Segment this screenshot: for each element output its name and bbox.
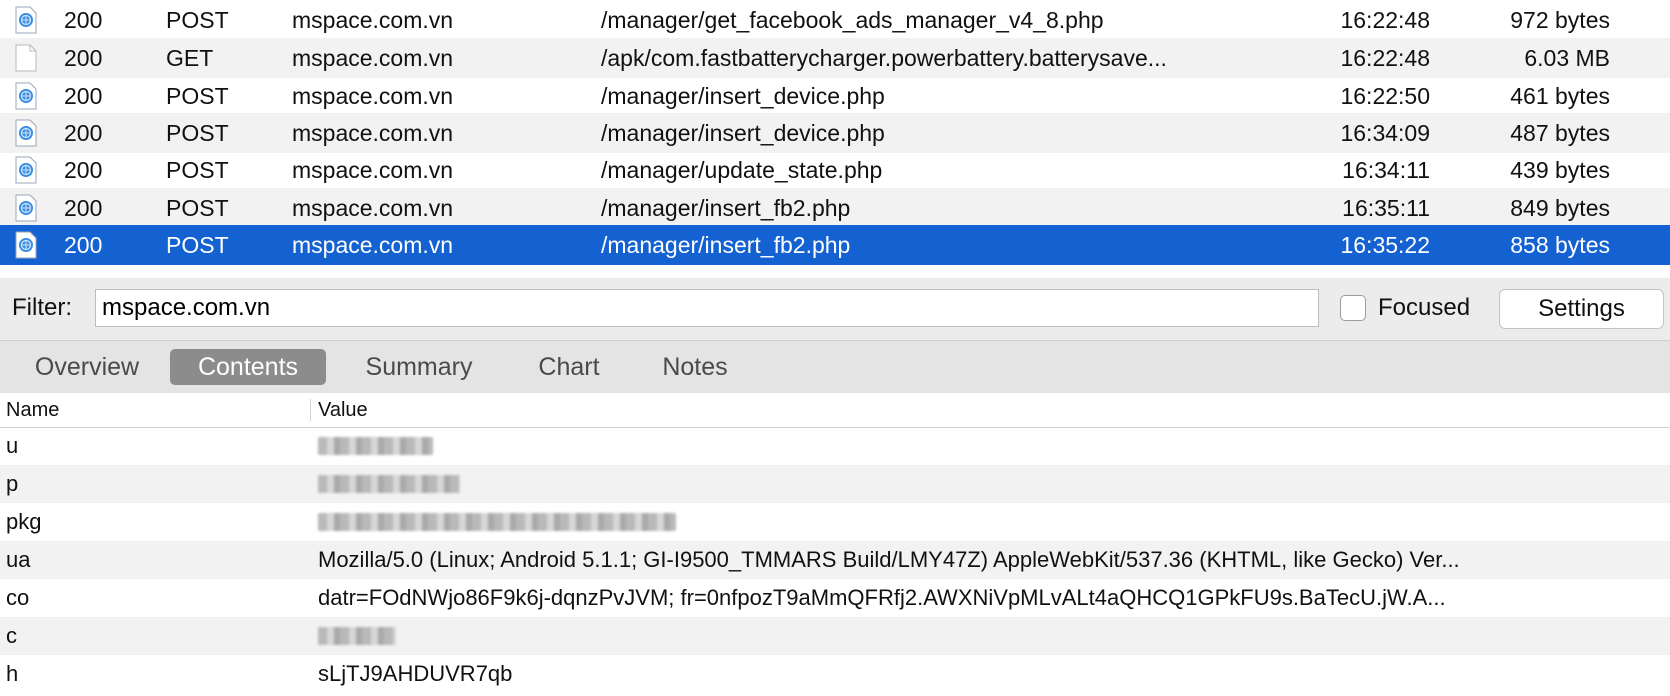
param-value: sLjTJ9AHDUVR7qb	[318, 661, 513, 686]
param-name: pkg	[6, 509, 42, 534]
request-row[interactable]: 200 POST mspace.com.vn/manager/insert_devi…	[0, 113, 1670, 153]
focused-checkbox[interactable]	[1340, 295, 1366, 321]
param-name: u	[6, 433, 19, 458]
column-header-name[interactable]: Name	[6, 393, 59, 427]
filter-bar: Filter: Focused Settings	[0, 278, 1670, 341]
redacted-value	[318, 627, 396, 645]
param-name: h	[6, 661, 19, 686]
filter-input[interactable]	[95, 289, 1319, 327]
param-row[interactable]: pkg	[0, 503, 1670, 541]
request-method: POST	[166, 195, 229, 221]
request-size: 849 bytes	[1510, 195, 1610, 221]
globe-doc-icon	[14, 119, 38, 147]
request-time: 16:35:22	[1340, 232, 1430, 258]
param-row[interactable]: u	[0, 427, 1670, 465]
request-status: 200	[64, 7, 103, 33]
contents-header: Name Value	[0, 393, 1670, 428]
request-host: mspace.com.vn	[292, 120, 454, 146]
param-name: co	[6, 585, 30, 610]
globe-doc-icon	[14, 231, 38, 259]
tab-notes[interactable]: Notes	[637, 349, 753, 385]
request-path: /manager/update_state.php	[601, 157, 883, 183]
request-host: mspace.com.vn	[292, 195, 454, 221]
request-path: /apk/com.fastbatterycharger.powerbattery…	[601, 45, 1167, 71]
request-method: POST	[166, 232, 229, 258]
tab-summary[interactable]: Summary	[345, 349, 493, 385]
request-time: 16:22:50	[1340, 83, 1430, 109]
request-host: mspace.com.vn	[292, 83, 454, 109]
request-size: 858 bytes	[1510, 232, 1610, 258]
request-path: /manager/insert_device.php	[601, 120, 885, 146]
param-row[interactable]: co datr=FOdNWjo86F9k6j-dqnzPvJVM; fr=0nfp…	[0, 579, 1670, 617]
focused-label[interactable]: Focused	[1378, 294, 1470, 322]
request-status: 200	[64, 45, 103, 71]
request-method: POST	[166, 7, 229, 33]
tab-chart[interactable]: Chart	[510, 349, 628, 385]
request-method: GET	[166, 45, 214, 71]
proxy-app-window: 200 POST mspace.com.vn/manager/get_faceboo…	[0, 0, 1670, 696]
request-method: POST	[166, 157, 229, 183]
redacted-value	[318, 437, 433, 455]
request-path: /manager/insert_fb2.php	[601, 195, 851, 221]
request-row[interactable]: 200 GET mspace.com.vn/apk/com.fastbatteryc…	[0, 38, 1670, 78]
param-row[interactable]: p	[0, 465, 1670, 503]
request-path: /manager/insert_device.php	[601, 83, 885, 109]
request-time: 16:35:11	[1342, 195, 1430, 221]
request-time: 16:22:48	[1340, 7, 1430, 33]
request-time: 16:34:11	[1342, 157, 1430, 183]
tab-contents[interactable]: Contents	[170, 349, 326, 385]
request-host: mspace.com.vn	[292, 45, 454, 71]
request-status: 200	[64, 157, 103, 183]
request-status: 200	[64, 83, 103, 109]
settings-button[interactable]: Settings	[1499, 289, 1664, 329]
request-row[interactable]: 200 POST mspace.com.vn/manager/update_stat…	[0, 150, 1670, 190]
request-size: 487 bytes	[1510, 120, 1610, 146]
param-name: c	[6, 623, 17, 648]
request-path: /manager/insert_fb2.php	[601, 232, 851, 258]
request-row[interactable]: 200 POST mspace.com.vn/manager/insert_devi…	[0, 76, 1670, 116]
request-host: mspace.com.vn	[292, 7, 454, 33]
request-status: 200	[64, 195, 103, 221]
request-size: 6.03 MB	[1524, 45, 1610, 71]
column-header-value[interactable]: Value	[318, 393, 368, 427]
param-value: datr=FOdNWjo86F9k6j-dqnzPvJVM; fr=0nfpoz…	[318, 585, 1446, 610]
tab-overview[interactable]: Overview	[20, 349, 154, 385]
column-divider[interactable]	[310, 399, 311, 421]
request-host: mspace.com.vn	[292, 232, 454, 258]
request-time: 16:34:09	[1340, 120, 1430, 146]
request-method: POST	[166, 83, 229, 109]
globe-doc-icon	[14, 156, 38, 184]
request-method: POST	[166, 120, 229, 146]
param-value: Mozilla/5.0 (Linux; Android 5.1.1; GI-I9…	[318, 547, 1460, 572]
request-size: 461 bytes	[1510, 83, 1610, 109]
request-row[interactable]: 200 POST mspace.com.vn/manager/insert_fb2.…	[0, 188, 1670, 228]
request-table: 200 POST mspace.com.vn/manager/get_faceboo…	[0, 0, 1670, 278]
request-status: 200	[64, 120, 103, 146]
globe-doc-icon	[14, 6, 38, 34]
detail-tab-bar: Overview Contents Summary Chart Notes	[0, 341, 1670, 393]
request-size: 972 bytes	[1510, 7, 1610, 33]
request-row[interactable]: 200 POST mspace.com.vn/manager/insert_fb2.…	[0, 225, 1670, 265]
request-time: 16:22:48	[1340, 45, 1430, 71]
request-host: mspace.com.vn	[292, 157, 454, 183]
param-row[interactable]: h sLjTJ9AHDUVR7qb	[0, 655, 1670, 693]
param-name: p	[6, 471, 19, 496]
request-row[interactable]: 200 POST mspace.com.vn/manager/get_faceboo…	[0, 0, 1670, 40]
request-path: /manager/get_facebook_ads_manager_v4_8.p…	[601, 7, 1104, 33]
request-size: 439 bytes	[1510, 157, 1610, 183]
globe-doc-icon	[14, 194, 38, 222]
param-name: ua	[6, 547, 31, 572]
redacted-value	[318, 475, 460, 493]
globe-doc-icon	[14, 82, 38, 110]
redacted-value	[318, 513, 676, 531]
blank-doc-icon	[14, 44, 38, 72]
contents-table: Name Value u p pkg ua Mozilla/5.0 (Linux; An…	[0, 393, 1670, 696]
request-status: 200	[64, 232, 103, 258]
filter-label: Filter:	[12, 294, 72, 321]
param-row[interactable]: ua Mozilla/5.0 (Linux; Android 5.1.1; GI-…	[0, 541, 1670, 579]
param-row[interactable]: c	[0, 617, 1670, 655]
